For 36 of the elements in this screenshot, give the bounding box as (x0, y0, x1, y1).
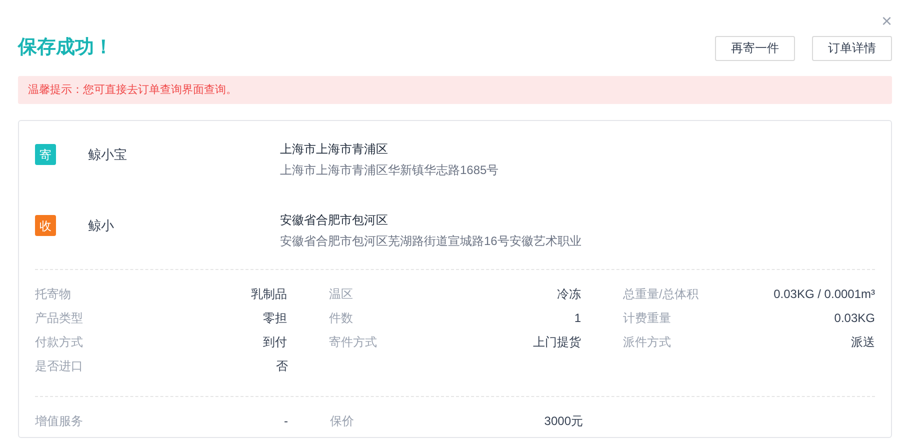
field-value: - (284, 413, 288, 430)
party-badge: 寄 (35, 144, 56, 165)
field-value: 0.03KG (834, 310, 875, 327)
field-value: 上门提货 (533, 334, 581, 351)
field-label: 总重量/总体积 (623, 286, 698, 303)
field-value: 到付 (263, 334, 287, 351)
party-region: 安徽省合肥市包河区 (280, 212, 389, 228)
notice-banner: 温馨提示：您可直接去订单查询界面查询。 (18, 76, 892, 104)
field-label: 付款方式 (35, 334, 83, 351)
party-address: 安徽省合肥市包河区芜湖路街道宣城路16号安徽艺术职业 (280, 233, 582, 249)
party-name: 鲸小 (88, 218, 115, 234)
field-value: 3000元 (544, 413, 583, 430)
action-button[interactable]: 再寄一件 (715, 36, 795, 60)
field-value: 冷冻 (557, 286, 581, 303)
party-badge: 收 (35, 215, 56, 236)
success-title: 保存成功！ (18, 36, 113, 60)
field-value: 0.03KG / 0.0001m³ (774, 286, 875, 303)
action-button[interactable]: 订单详情 (812, 36, 892, 60)
field-label: 派件方式 (623, 334, 671, 351)
field-value: 1 (574, 310, 581, 327)
field-value: 否 (276, 358, 288, 375)
party-address: 上海市上海市青浦区华新镇华志路1685号 (280, 162, 499, 178)
field-label: 产品类型 (35, 310, 83, 327)
field-label: 是否进口 (35, 358, 83, 375)
field-value: 乳制品 (251, 286, 287, 303)
field-value: 派送 (851, 334, 875, 351)
field-value: 零担 (263, 310, 287, 327)
field-label: 件数 (329, 310, 353, 327)
field-label: 计费重量 (623, 310, 671, 327)
party-name: 鲸小宝 (88, 147, 128, 163)
field-label: 寄件方式 (329, 334, 377, 351)
field-label: 托寄物 (35, 286, 71, 303)
field-label: 温区 (329, 286, 353, 303)
field-label: 保价 (330, 413, 354, 430)
party-region: 上海市上海市青浦区 (280, 141, 389, 157)
field-label: 增值服务 (35, 413, 83, 430)
